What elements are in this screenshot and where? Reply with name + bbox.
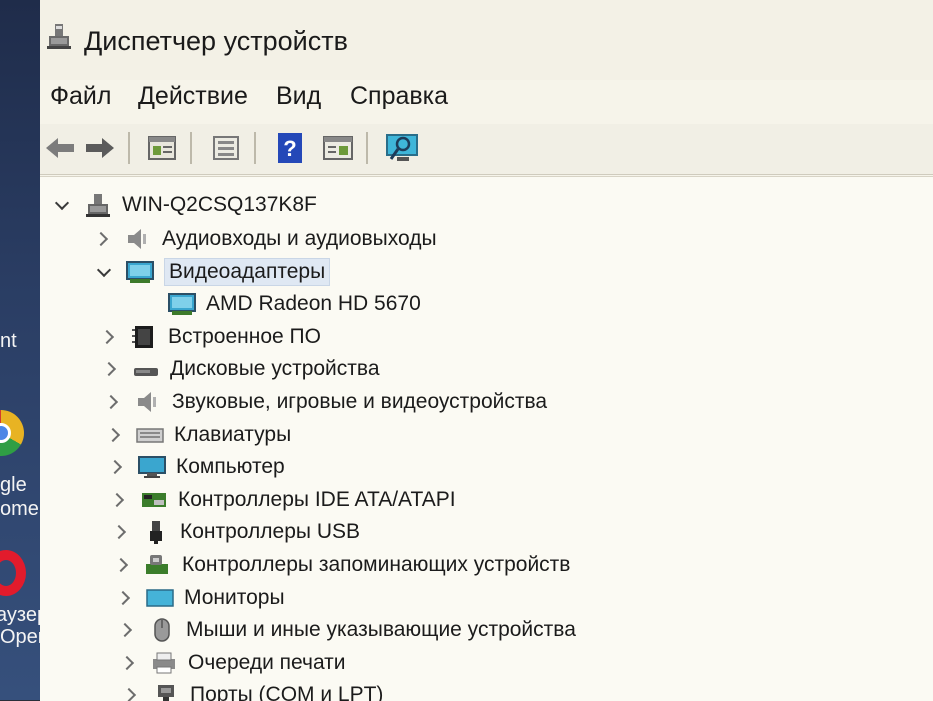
tree-item-label: Контроллеры USB bbox=[180, 520, 360, 543]
tree-category-item[interactable]: Контроллеры запоминающих устройств bbox=[112, 549, 570, 581]
desktop-background: nt gle ome аузер Opera bbox=[0, 0, 40, 700]
tree-item-label: Клавиатуры bbox=[174, 423, 292, 446]
forward-arrow-icon[interactable] bbox=[82, 130, 118, 166]
tree-item-label: Мыши и иные указывающие устройства bbox=[186, 618, 576, 641]
tree-category-item[interactable]: Компьютер bbox=[106, 451, 285, 483]
menu-file[interactable]: Файл bbox=[50, 82, 111, 111]
update-driver-icon[interactable] bbox=[208, 130, 244, 166]
properties-icon[interactable] bbox=[144, 130, 180, 166]
menu-view[interactable]: Вид bbox=[276, 82, 321, 111]
desktop-label-fragment: nt bbox=[0, 330, 17, 352]
speaker-icon bbox=[138, 392, 156, 412]
chevron-right-icon[interactable] bbox=[116, 620, 136, 640]
opera-icon[interactable] bbox=[0, 550, 26, 596]
toolbar-separator bbox=[366, 132, 368, 164]
tree-item-label: Дисковые устройства bbox=[170, 357, 380, 380]
device-manager-app-icon bbox=[47, 24, 71, 49]
keyboard-icon bbox=[136, 428, 164, 443]
window-title: Диспетчер устройств bbox=[84, 26, 348, 56]
desktop-label-fragment: аузер bbox=[0, 604, 40, 626]
back-arrow-icon[interactable] bbox=[42, 130, 78, 166]
toolbar-separator bbox=[128, 132, 130, 164]
tree-category-item[interactable]: Встроенное ПО bbox=[98, 321, 321, 353]
chevron-right-icon[interactable] bbox=[100, 359, 120, 379]
tree-item-label: Мониторы bbox=[184, 586, 285, 609]
tree-category-item[interactable]: Очереди печати bbox=[118, 647, 346, 679]
toolbar-separator bbox=[190, 132, 192, 164]
chevron-right-icon[interactable] bbox=[112, 555, 132, 575]
speaker-icon bbox=[128, 229, 146, 249]
tree-child-item[interactable]: AMD Radeon HD 5670 bbox=[136, 288, 421, 320]
tree-category-item[interactable]: Звуковые, игровые и видеоустройства bbox=[102, 386, 547, 418]
menu-action[interactable]: Действие bbox=[138, 82, 248, 111]
computer-name: WIN-Q2CSQ137K8F bbox=[122, 193, 317, 216]
tree-item-label: Звуковые, игровые и видеоустройства bbox=[172, 390, 548, 413]
ide-controller-icon bbox=[142, 493, 166, 507]
device-manager-window: Диспетчер устройств Файл Действие Вид Сп… bbox=[40, 0, 933, 701]
tree-category-item[interactable]: Аудиовходы и аудиовыходы bbox=[92, 223, 437, 255]
help-icon[interactable]: ? bbox=[272, 130, 308, 166]
scan-hardware-icon[interactable] bbox=[384, 130, 420, 166]
printer-icon bbox=[153, 652, 175, 674]
chevron-right-icon[interactable] bbox=[110, 522, 130, 542]
chevron-down-icon[interactable] bbox=[52, 195, 72, 215]
show-hidden-icon[interactable] bbox=[320, 130, 356, 166]
menu-help[interactable]: Справка bbox=[350, 82, 448, 111]
tree-category-item[interactable]: Контроллеры IDE ATA/ATAPI bbox=[108, 484, 456, 516]
title-bar[interactable]: Диспетчер устройств bbox=[40, 0, 933, 80]
chevron-right-icon[interactable] bbox=[108, 490, 128, 510]
tree-item-label: Видеоадаптеры bbox=[164, 258, 331, 286]
chrome-icon[interactable] bbox=[0, 410, 24, 456]
tree-category-item[interactable]: Контроллеры USB bbox=[110, 516, 360, 548]
chevron-right-icon[interactable] bbox=[114, 588, 134, 608]
tree-item-label: Встроенное ПО bbox=[168, 325, 321, 348]
usb-icon bbox=[150, 521, 162, 544]
computer-icon bbox=[138, 456, 166, 478]
chevron-right-icon[interactable] bbox=[104, 425, 124, 445]
menu-bar: Файл Действие Вид Справка bbox=[40, 82, 933, 116]
tree-item-label: Контроллеры запоминающих устройств bbox=[182, 553, 571, 576]
tree-item-label: Порты (COM и LPT) bbox=[190, 683, 384, 701]
toolbar-separator bbox=[254, 132, 256, 164]
display-adapter-icon bbox=[168, 293, 196, 315]
tree-item-label: AMD Radeon HD 5670 bbox=[206, 292, 421, 315]
computer-root-icon bbox=[86, 194, 110, 217]
tree-item-label: Компьютер bbox=[176, 455, 285, 478]
tree-category-item[interactable]: Мыши и иные указывающие устройства bbox=[116, 614, 576, 646]
tree-root[interactable]: WIN-Q2CSQ137K8F bbox=[52, 189, 317, 221]
tree-item-label: Контроллеры IDE ATA/ATAPI bbox=[178, 488, 456, 511]
desktop-label-fragment: ome bbox=[0, 498, 39, 520]
chevron-right-icon[interactable] bbox=[98, 327, 118, 347]
chevron-down-icon[interactable] bbox=[94, 262, 114, 282]
tree-category-item[interactable]: Клавиатуры bbox=[104, 419, 291, 451]
desktop-label-fragment: gle bbox=[0, 474, 27, 496]
chevron-right-icon[interactable] bbox=[106, 457, 126, 477]
disk-drive-icon bbox=[134, 368, 158, 376]
storage-controller-icon bbox=[146, 555, 168, 574]
tree-item-label: Аудиовходы и аудиовыходы bbox=[162, 227, 437, 250]
desktop-label-fragment: Opera bbox=[0, 626, 40, 648]
chevron-right-icon[interactable] bbox=[102, 392, 122, 412]
firmware-icon bbox=[132, 326, 153, 348]
svg-text:?: ? bbox=[283, 136, 296, 161]
chevron-right-icon[interactable] bbox=[118, 653, 138, 673]
chevron-right-icon[interactable] bbox=[120, 685, 140, 701]
tree-category-item[interactable]: Дисковые устройства bbox=[100, 353, 380, 385]
tree-item-label: Очереди печати bbox=[188, 651, 346, 674]
chevron-right-icon[interactable] bbox=[92, 229, 112, 249]
tree-category-item[interactable]: Мониторы bbox=[114, 582, 285, 614]
tree-category-item[interactable]: Видеоадаптеры bbox=[94, 256, 331, 288]
display-adapter-icon bbox=[126, 261, 154, 283]
toolbar: ? bbox=[40, 124, 933, 175]
tree-category-item[interactable]: Порты (COM и LPT) bbox=[120, 679, 383, 701]
device-tree: WIN-Q2CSQ137K8F Аудиовходы и аудиовыходы… bbox=[40, 176, 933, 701]
port-icon bbox=[158, 685, 174, 701]
monitor-icon bbox=[146, 589, 174, 607]
mouse-icon bbox=[154, 618, 170, 642]
